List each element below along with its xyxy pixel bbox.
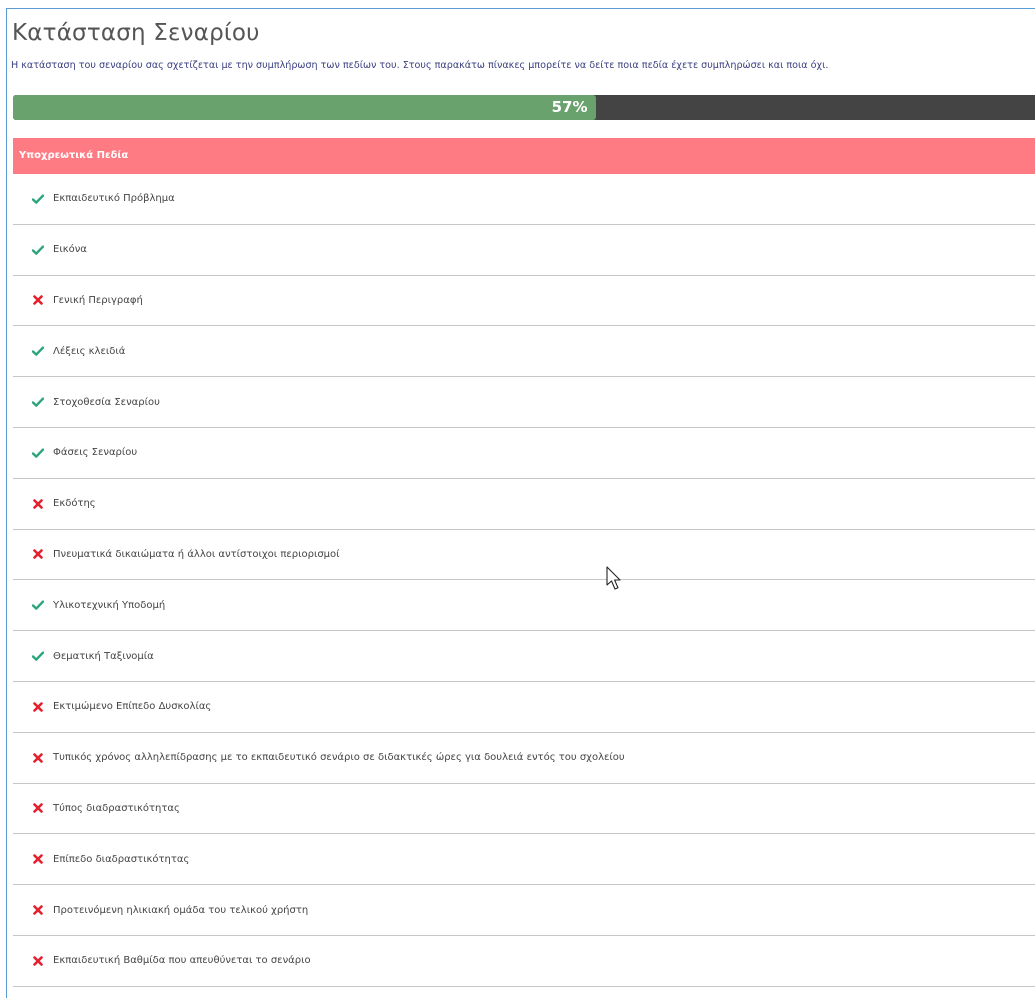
required-field-row: Τύπος διαδραστικότητας [13, 784, 1035, 835]
check-icon [31, 600, 45, 610]
required-field-row: Εκτιμώμενο Επίπεδο Δυσκολίας [13, 682, 1035, 733]
required-field-row: Εκπαιδευτικό Πρόβλημα [13, 174, 1035, 225]
check-icon [31, 194, 45, 204]
required-field-label: Εκπαιδευτική Βαθμίδα που απευθύνεται το … [53, 955, 311, 966]
required-fields-list: Εκπαιδευτικό Πρόβλημα Εικόνα Γενική Περιγρ… [13, 174, 1035, 987]
required-field-row: Στοχοθεσία Σεναρίου [13, 377, 1035, 428]
cross-icon [31, 753, 45, 763]
cross-icon [31, 702, 45, 712]
check-icon [31, 651, 45, 661]
mouse-cursor-icon [606, 566, 622, 592]
required-field-row: Φάσεις Σεναρίου [13, 428, 1035, 479]
cross-icon [31, 295, 45, 305]
cross-icon [31, 549, 45, 559]
required-field-label: Γενική Περιγραφή [53, 295, 143, 306]
required-field-label: Εκπαιδευτικό Πρόβλημα [53, 193, 175, 204]
required-field-row: Τυπικός χρόνος αλληλεπίδρασης με το εκπα… [13, 733, 1035, 784]
required-field-label: Θεματική Ταξινομία [53, 651, 154, 662]
required-field-row: Λέξεις κλειδιά [13, 326, 1035, 377]
cross-icon [31, 854, 45, 864]
panel-header: Υποχρεωτικά Πεδία [13, 138, 1035, 174]
required-field-row: Επίπεδο διαδραστικότητας [13, 834, 1035, 885]
completion-progress-bar: 57% [13, 95, 1035, 120]
required-field-label: Εκδότης [53, 498, 96, 509]
required-field-row: Εκπαιδευτική Βαθμίδα που απευθύνεται το … [13, 936, 1035, 987]
cross-icon [31, 803, 45, 813]
required-field-label: Πνευματικά δικαιώματα ή άλλοι αντίστοιχο… [53, 549, 340, 560]
page-title: Κατάσταση Σεναρίου [12, 20, 260, 46]
required-fields-panel: Υποχρεωτικά Πεδία Εκπαιδευτικό ΠρόβλημαΕ… [13, 138, 1035, 985]
required-field-label: Υλικοτεχνική Υποδομή [53, 600, 165, 611]
required-field-label: Φάσεις Σεναρίου [53, 447, 137, 458]
required-field-row: Υλικοτεχνική Υποδομή [13, 580, 1035, 631]
check-icon [31, 245, 45, 255]
required-field-label: Επίπεδο διαδραστικότητας [53, 854, 189, 865]
required-field-label: Τύπος διαδραστικότητας [53, 803, 180, 814]
cross-icon [31, 499, 45, 509]
required-field-label: Προτεινόμενη ηλικιακή ομάδα του τελικού … [53, 905, 308, 916]
cross-icon [31, 956, 45, 966]
page-description: Η κατάσταση του σεναρίου σας σχετίζεται … [11, 60, 828, 71]
check-icon [31, 397, 45, 407]
required-field-row: Θεματική Ταξινομία [13, 631, 1035, 682]
progress-fill: 57% [13, 95, 596, 120]
required-field-label: Τυπικός χρόνος αλληλεπίδρασης με το εκπα… [53, 752, 625, 763]
required-field-label: Στοχοθεσία Σεναρίου [53, 397, 160, 408]
check-icon [31, 448, 45, 458]
required-field-row: Προτεινόμενη ηλικιακή ομάδα του τελικού … [13, 885, 1035, 936]
required-field-label: Λέξεις κλειδιά [53, 346, 125, 357]
required-field-row: Γενική Περιγραφή [13, 276, 1035, 327]
progress-label: 57% [552, 98, 588, 116]
required-field-row: Πνευματικά δικαιώματα ή άλλοι αντίστοιχο… [13, 530, 1035, 581]
cross-icon [31, 905, 45, 915]
required-field-label: Εικόνα [53, 244, 87, 255]
check-icon [31, 346, 45, 356]
required-field-row: Εκδότης [13, 479, 1035, 530]
required-field-label: Εκτιμώμενο Επίπεδο Δυσκολίας [53, 701, 211, 712]
required-field-row: Εικόνα [13, 225, 1035, 276]
